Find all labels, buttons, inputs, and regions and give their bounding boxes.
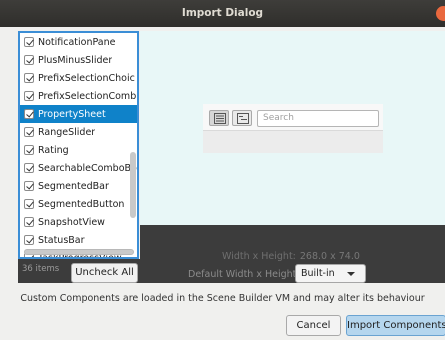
items-count: 36 items: [22, 264, 60, 274]
checkbox[interactable]: [24, 235, 34, 245]
list-item-label: PlusMinusSlider: [38, 54, 113, 66]
list-item-label: PrefixSelectionComb: [38, 90, 137, 102]
checkbox[interactable]: [24, 55, 34, 65]
checkbox[interactable]: [24, 37, 34, 47]
checkbox[interactable]: [24, 109, 34, 119]
list-item[interactable]: PrefixSelectionChoic: [20, 69, 137, 87]
alphabetical-view-button[interactable]: [232, 110, 252, 126]
list-item[interactable]: Rating: [20, 141, 137, 159]
checkbox[interactable]: [24, 145, 34, 155]
checkbox[interactable]: [24, 181, 34, 191]
list-item[interactable]: SegmentedBar: [20, 177, 137, 195]
import-dialog-window: Import Dialog NotificationPane PlusMinusS…: [0, 0, 445, 340]
import-components-button[interactable]: Import Components: [346, 315, 445, 336]
cancel-button[interactable]: Cancel: [286, 315, 341, 336]
checkbox[interactable]: [24, 91, 34, 101]
list-icon: [214, 113, 226, 124]
checkbox[interactable]: [24, 163, 34, 173]
list-item[interactable]: NotificationPane: [20, 33, 137, 51]
checkbox[interactable]: [24, 73, 34, 83]
categorized-view-button[interactable]: [209, 110, 229, 126]
horizontal-scrollbar[interactable]: [24, 249, 134, 255]
list-item-label: StatusBar: [38, 234, 85, 246]
property-sheet-toolbar: Search: [203, 104, 383, 131]
list-item[interactable]: PrefixSelectionComb: [20, 87, 137, 105]
close-icon[interactable]: [436, 6, 445, 21]
size-value: 268.0 x 74.0: [299, 251, 360, 262]
sort-icon: [237, 113, 249, 124]
default-size-value: Built-in: [301, 268, 335, 279]
list-item-label: Rating: [38, 144, 69, 156]
list-item[interactable]: PropertySheet: [20, 105, 137, 123]
list-item-label: SnapshotView: [38, 216, 105, 228]
chevron-down-icon: [347, 272, 355, 276]
list-item-label: SegmentedButton: [38, 198, 125, 210]
default-size-select[interactable]: Built-in: [295, 264, 366, 283]
component-list[interactable]: NotificationPane PlusMinusSlider PrefixSel…: [18, 31, 139, 259]
list-item[interactable]: SearchableComboBo: [20, 159, 137, 177]
title-bar[interactable]: Import Dialog: [0, 0, 445, 27]
checkbox[interactable]: [24, 127, 34, 137]
window-title: Import Dialog: [181, 7, 264, 19]
uncheck-all-button[interactable]: Uncheck All: [71, 263, 138, 283]
size-readout: Width x Height: 268.0 x 74.0: [222, 251, 360, 262]
vm-notice: Custom Components are loaded in the Scen…: [20, 293, 425, 304]
list-item[interactable]: PlusMinusSlider: [20, 51, 137, 69]
vertical-scrollbar[interactable]: [130, 152, 136, 218]
list-item-label: SegmentedBar: [38, 180, 109, 192]
size-label: Width x Height:: [222, 251, 296, 262]
list-item[interactable]: SnapshotView: [20, 213, 137, 231]
list-item-label: NotificationPane: [38, 36, 116, 48]
default-size-label: Default Width x Height:: [188, 269, 300, 280]
list-item-label: SearchableComboBo: [38, 162, 137, 174]
checkbox[interactable]: [24, 217, 34, 227]
list-item[interactable]: SegmentedButton: [20, 195, 137, 213]
list-item-label: RangeSlider: [38, 126, 96, 138]
list-item-label: PrefixSelectionChoic: [38, 72, 135, 84]
search-input[interactable]: Search: [257, 110, 379, 127]
list-item-label: PropertySheet: [38, 108, 106, 120]
list-item[interactable]: StatusBar: [20, 231, 137, 249]
list-item[interactable]: RangeSlider: [20, 123, 137, 141]
checkbox[interactable]: [24, 199, 34, 209]
